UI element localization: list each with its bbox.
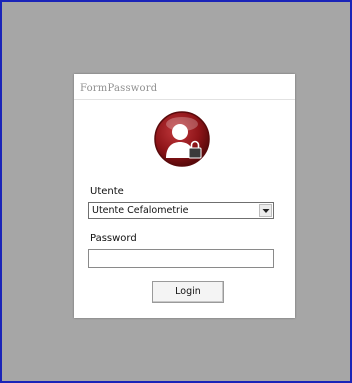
user-select[interactable]: Utente Cefalometrie xyxy=(88,202,274,219)
chevron-down-icon xyxy=(262,209,270,213)
dropdown-button[interactable] xyxy=(259,204,272,217)
login-dialog: FormPassword Utente Utente Cefalometrie … xyxy=(74,74,295,318)
user-lock-icon xyxy=(153,110,211,168)
title-divider xyxy=(74,99,295,100)
password-label: Password xyxy=(90,233,137,244)
dialog-title: FormPassword xyxy=(80,83,158,94)
login-button[interactable]: Login xyxy=(152,281,224,303)
user-label: Utente xyxy=(90,186,124,197)
user-select-value: Utente Cefalometrie xyxy=(92,205,189,216)
password-input[interactable] xyxy=(88,249,274,268)
desktop-background: FormPassword Utente Utente Cefalometrie … xyxy=(0,0,352,383)
